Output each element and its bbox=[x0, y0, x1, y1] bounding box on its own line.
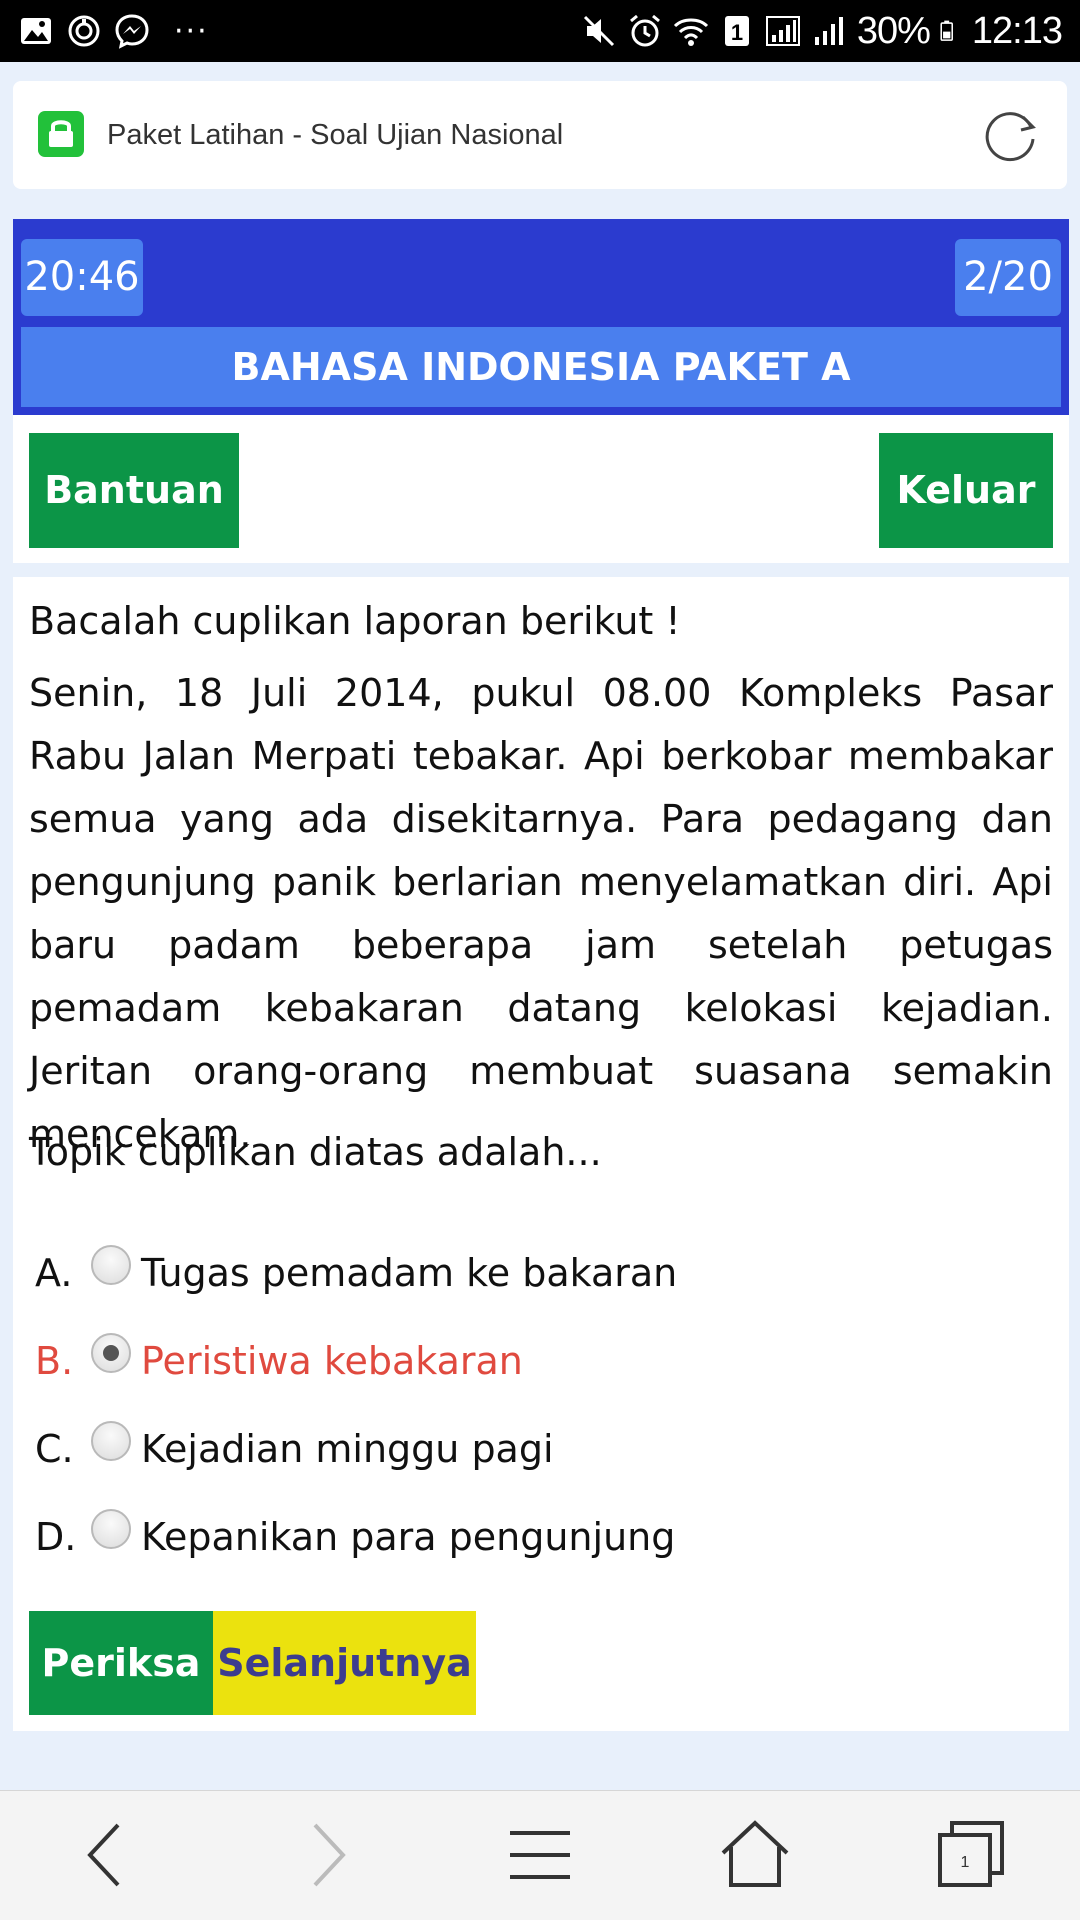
question-text: Topik cuplikan diatas adalah... bbox=[29, 1130, 602, 1174]
tab-count: 1 bbox=[961, 1854, 970, 1871]
status-bar: ··· 1 30% 12:13 bbox=[0, 0, 1080, 62]
action-bar: Bantuan Keluar bbox=[13, 415, 1069, 563]
option-c[interactable]: C. Kejadian minggu pagi bbox=[35, 1419, 554, 1479]
option-letter: C. bbox=[35, 1427, 74, 1471]
mute-icon bbox=[583, 15, 614, 47]
clock: 12:13 bbox=[971, 9, 1063, 52]
battery-percent: 30% bbox=[856, 9, 931, 52]
menu-icon[interactable] bbox=[500, 1815, 580, 1895]
radio-a[interactable] bbox=[91, 1245, 131, 1285]
radio-d[interactable] bbox=[91, 1509, 131, 1549]
option-d[interactable]: D. Kepanikan para pengunjung bbox=[35, 1507, 675, 1567]
radio-c[interactable] bbox=[91, 1421, 131, 1461]
battery-icon bbox=[940, 20, 953, 41]
overflow-indicator: ··· bbox=[174, 13, 209, 49]
sim-slot-number: 1 bbox=[731, 20, 743, 45]
address-bar[interactable]: Paket Latihan - Soal Ujian Nasional bbox=[13, 81, 1067, 189]
back-icon[interactable] bbox=[68, 1815, 148, 1895]
home-icon[interactable] bbox=[715, 1815, 795, 1895]
help-button[interactable]: Bantuan bbox=[29, 433, 239, 548]
option-text: Tugas pemadam ke bakaran bbox=[141, 1251, 678, 1295]
lock-icon bbox=[38, 111, 84, 157]
alarm-icon bbox=[629, 14, 660, 47]
tabs-icon[interactable]: 1 bbox=[930, 1815, 1010, 1895]
option-text: Kepanikan para pengunjung bbox=[141, 1515, 676, 1559]
option-a[interactable]: A. Tugas pemadam ke bakaran bbox=[35, 1243, 677, 1303]
option-letter: B. bbox=[35, 1339, 74, 1383]
reload-icon[interactable] bbox=[981, 105, 1041, 165]
radio-b[interactable] bbox=[91, 1333, 131, 1373]
sync-icon bbox=[68, 15, 100, 47]
question-intro: Bacalah cuplikan laporan berikut ! bbox=[29, 599, 681, 643]
browser-bottom-nav: 1 bbox=[0, 1790, 1080, 1920]
sim-icon: 1 bbox=[724, 16, 749, 46]
option-letter: D. bbox=[35, 1515, 77, 1559]
timer-badge: 20:46 bbox=[21, 239, 143, 316]
reading-passage: Senin, 18 Juli 2014, pukul 08.00 Komplek… bbox=[29, 671, 1053, 1156]
question-counter: 2/20 bbox=[955, 239, 1061, 316]
signal-secondary-icon bbox=[814, 17, 843, 45]
subject-title: BAHASA INDONESIA PAKET A bbox=[21, 327, 1061, 407]
signal-icon bbox=[765, 16, 800, 46]
option-letter: A. bbox=[35, 1251, 73, 1295]
option-b[interactable]: B. Peristiwa kebakaran bbox=[35, 1331, 523, 1391]
option-text: Peristiwa kebakaran bbox=[141, 1339, 523, 1383]
option-text: Kejadian minggu pagi bbox=[141, 1427, 554, 1471]
page-title: Paket Latihan - Soal Ujian Nasional bbox=[107, 119, 564, 151]
gallery-icon bbox=[21, 18, 51, 44]
quiz-header: 20:46 2/20 BAHASA INDONESIA PAKET A bbox=[13, 219, 1069, 415]
wifi-icon bbox=[673, 18, 708, 46]
messenger-icon bbox=[115, 14, 149, 49]
exit-button[interactable]: Keluar bbox=[879, 433, 1053, 548]
next-button[interactable]: Selanjutnya bbox=[213, 1611, 476, 1715]
check-button[interactable]: Periksa bbox=[29, 1611, 213, 1715]
forward-icon[interactable] bbox=[285, 1815, 365, 1895]
